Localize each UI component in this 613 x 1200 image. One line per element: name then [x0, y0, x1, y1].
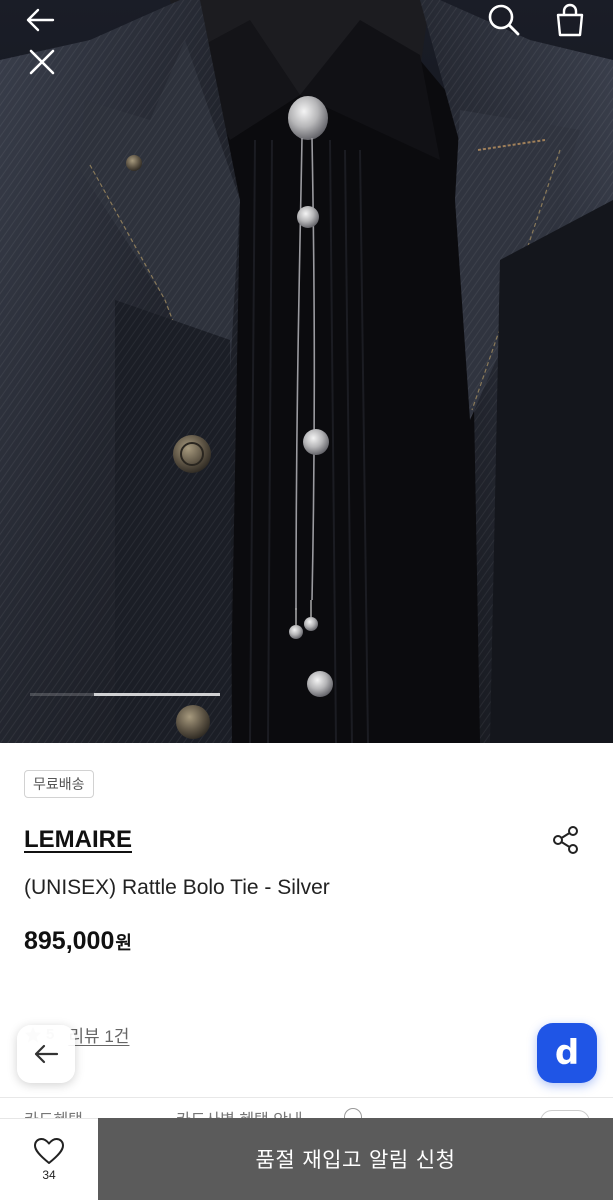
floating-back-button[interactable] [17, 1025, 75, 1083]
like-count: 34 [42, 1168, 56, 1182]
shopping-bag-icon [556, 3, 584, 37]
product-image-carousel[interactable] [0, 0, 613, 743]
restock-alert-button[interactable]: 품절 재입고 알림 신청 [98, 1118, 613, 1200]
close-button[interactable] [22, 42, 62, 82]
info-icon[interactable] [344, 1108, 362, 1118]
cart-button[interactable] [550, 0, 590, 40]
heart-icon [34, 1138, 64, 1164]
section-divider [0, 1097, 613, 1098]
product-photo [0, 0, 613, 743]
card-benefit-label: 카드혜택 [24, 1106, 83, 1118]
carousel-progress-indicator [94, 693, 220, 696]
arrow-left-icon [26, 8, 55, 32]
app-floating-button[interactable]: d [537, 1023, 597, 1083]
share-icon [553, 826, 578, 854]
price-value: 895,000 [24, 927, 115, 955]
share-button[interactable] [546, 820, 586, 860]
close-icon [29, 49, 55, 75]
card-benefit-row[interactable]: 카드혜택 카드사별 혜택 안내 [24, 1104, 589, 1118]
search-icon [488, 4, 520, 36]
free-shipping-badge: 무료배송 [24, 770, 94, 798]
card-benefit-more-button[interactable] [540, 1110, 589, 1118]
review-count-link[interactable]: 리뷰 1건 [68, 1022, 129, 1047]
search-button[interactable] [484, 0, 524, 40]
brand-name-link[interactable]: LEMAIRE [24, 826, 132, 854]
back-button[interactable] [20, 0, 60, 40]
price-unit: 원 [115, 933, 132, 953]
arrow-left-icon [34, 1044, 59, 1064]
bottom-action-bar: 34 품절 재입고 알림 신청 [0, 1118, 613, 1200]
card-benefit-value: 카드사별 혜택 안내 [176, 1106, 303, 1118]
like-button[interactable]: 34 [0, 1118, 98, 1200]
product-price: 895,000 원 [24, 927, 132, 956]
product-title: (UNISEX) Rattle Bolo Tie - Silver [24, 876, 330, 899]
